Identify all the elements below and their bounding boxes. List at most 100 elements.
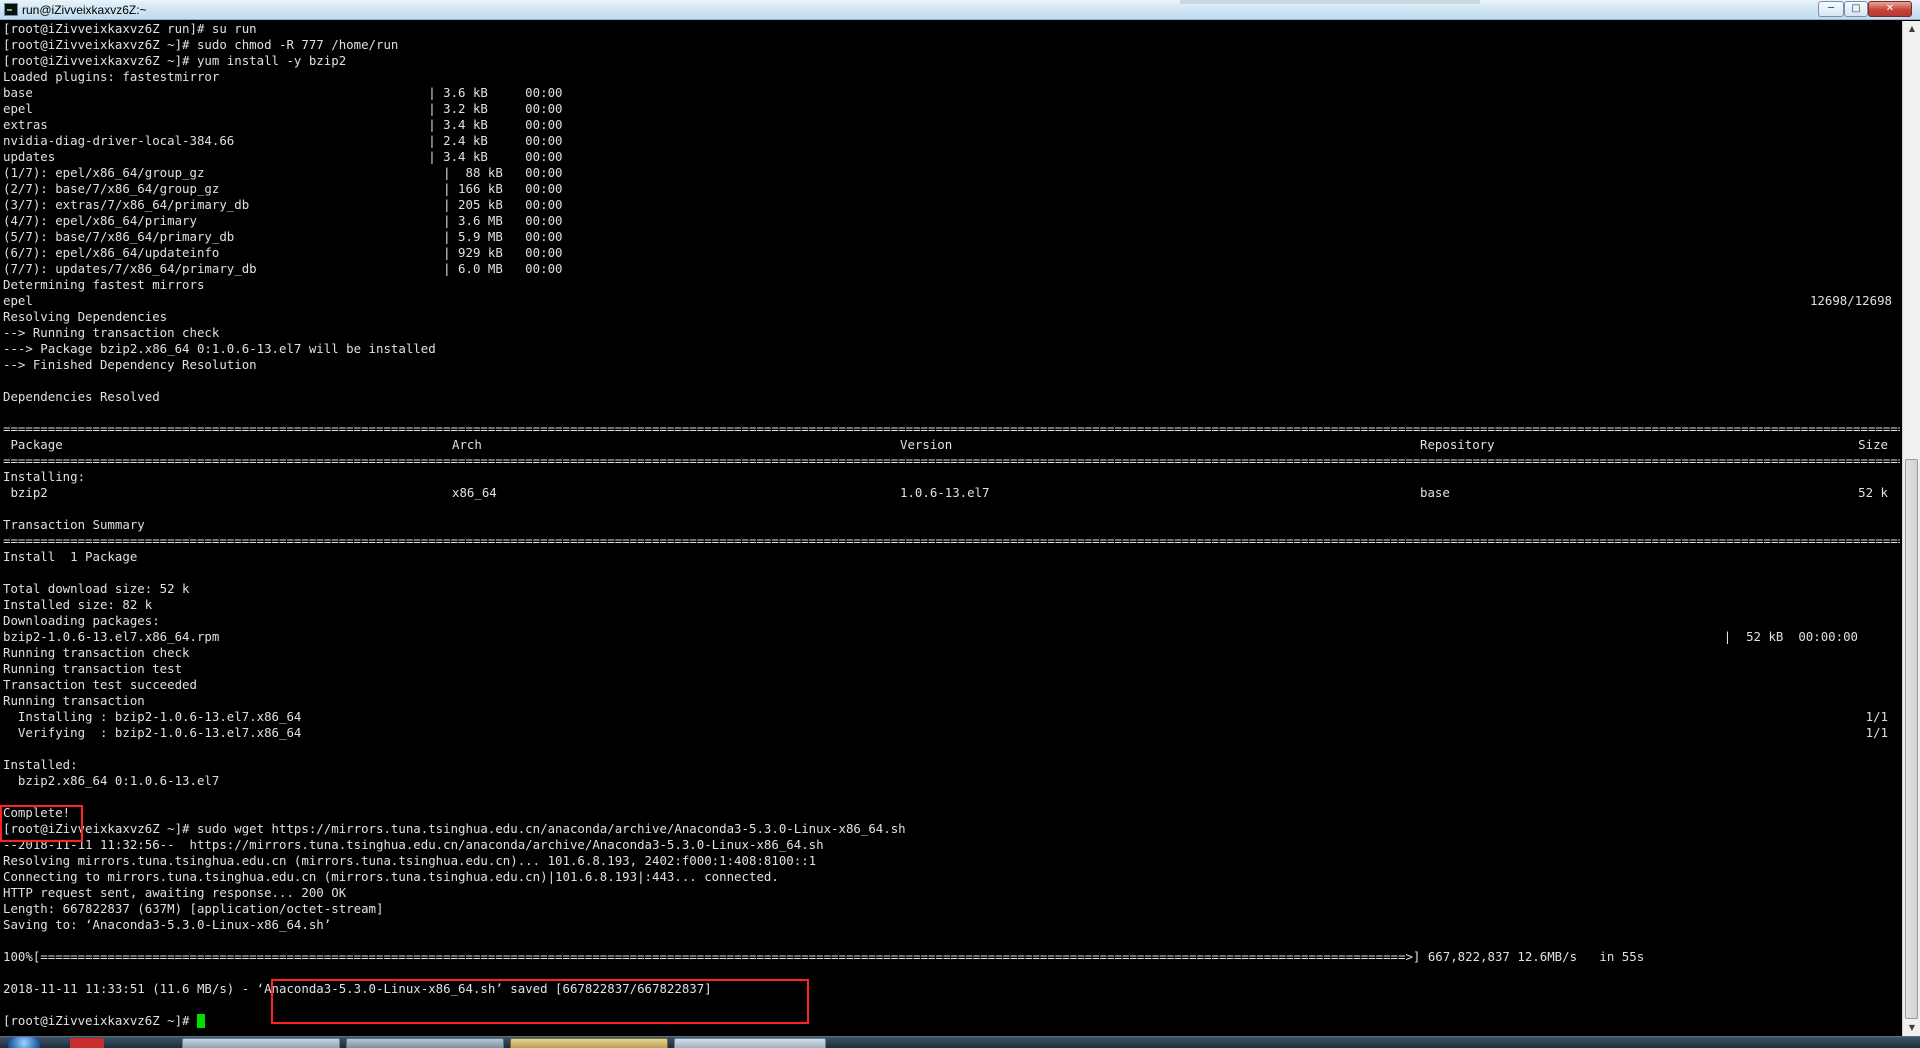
line-text: Connecting to mirrors.tuna.tsinghua.edu.… (3, 869, 779, 884)
taskbar-app-1[interactable] (182, 1038, 340, 1048)
line-text: (3/7): extras/7/x86_64/primary_db | 205 … (3, 197, 563, 212)
output-line: Downloading packages: (3, 613, 1900, 629)
line-text: Determining fastest mirrors (3, 277, 205, 292)
output-line: [root@iZivveixkaxvz6Z ~]# sudo wget http… (3, 821, 1900, 837)
line-text: Running transaction check (3, 645, 190, 660)
taskbar-app-red[interactable] (70, 1038, 104, 1048)
table-cell: Arch (452, 437, 482, 452)
output-line: (5/7): base/7/x86_64/primary_db | 5.9 MB… (3, 229, 1900, 245)
line-text: Total download size: 52 k (3, 581, 190, 596)
separator-rule: ========================================… (3, 533, 1900, 548)
line-text: (6/7): epel/x86_64/updateinfo | 929 kB 0… (3, 245, 563, 260)
output-line: Running transaction check (3, 645, 1900, 661)
window-titlebar[interactable]: run@iZivveixkaxvz6Z:~ ─ □ ✕ (0, 0, 1920, 20)
output-line: (6/7): epel/x86_64/updateinfo | 929 kB 0… (3, 245, 1900, 261)
table-row: Package Arch Version Repository Size (3, 437, 1900, 453)
output-line: 2018-11-11 11:33:51 (11.6 MB/s) - ‘Anaco… (3, 981, 1900, 997)
line-text: Complete! (3, 805, 71, 820)
output-line: Running transaction (3, 693, 1900, 709)
taskbar-app-3[interactable] (510, 1038, 668, 1048)
output-line: (4/7): epel/x86_64/primary | 3.6 MB 00:0… (3, 213, 1900, 229)
line-text: Verifying : bzip2-1.0.6-13.el7.x86_64 (3, 725, 302, 740)
line-text: (4/7): epel/x86_64/primary | 3.6 MB 00:0… (3, 213, 563, 228)
maximize-button[interactable]: □ (1844, 1, 1868, 17)
table-cell: x86_64 (452, 485, 497, 500)
output-line: updates | 3.4 kB 00:00 (3, 149, 1900, 165)
line-text: base | 3.6 kB 00:00 (3, 85, 563, 100)
line-text: Installing: (3, 469, 86, 484)
taskbar (0, 1036, 1920, 1048)
output-line: --> Running transaction check (3, 325, 1900, 341)
line-text: [root@iZivveixkaxvz6Z ~]# yum install -y… (3, 53, 347, 68)
output-line: bzip2-1.0.6-13.el7.x86_64.rpm | 52 kB 00:… (3, 629, 1900, 645)
terminal-cursor (196, 1014, 205, 1028)
window-title: run@iZivveixkaxvz6Z:~ (22, 3, 147, 17)
output-line: extras | 3.4 kB 00:00 (3, 117, 1900, 133)
output-line: bzip2.x86_64 0:1.0.6-13.el7 (3, 773, 1900, 789)
line-text: ---> Package bzip2.x86_64 0:1.0.6-13.el7… (3, 341, 436, 356)
line-text: (1/7): epel/x86_64/group_gz | 88 kB 00:0… (3, 165, 563, 180)
line-text: Running transaction (3, 693, 145, 708)
vertical-scrollbar[interactable]: ▲ ▼ (1902, 21, 1920, 1036)
taskbar-app-4[interactable] (674, 1038, 826, 1048)
output-line: (2/7): base/7/x86_64/group_gz | 166 kB 0… (3, 181, 1900, 197)
output-line: Resolving Dependencies (3, 309, 1900, 325)
output-line: Connecting to mirrors.tuna.tsinghua.edu.… (3, 869, 1900, 885)
output-line: --2018-11-11 11:32:56-- https://mirrors.… (3, 837, 1900, 853)
start-orb-icon[interactable] (8, 1037, 40, 1048)
line-text: Resolving mirrors.tuna.tsinghua.edu.cn (… (3, 853, 817, 868)
output-line: Installed size: 82 k (3, 597, 1900, 613)
output-line: ---> Package bzip2.x86_64 0:1.0.6-13.el7… (3, 341, 1900, 357)
output-line: Verifying : bzip2-1.0.6-13.el7.x86_64 1/1 (3, 725, 1900, 741)
line-text: updates | 3.4 kB 00:00 (3, 149, 563, 164)
taskbar-app-2[interactable] (346, 1038, 504, 1048)
output-line: Total download size: 52 k (3, 581, 1900, 597)
scroll-up-arrow-icon[interactable]: ▲ (1904, 21, 1920, 37)
line-text: 2018-11-11 11:33:51 (11.6 MB/s) - ‘Anaco… (3, 981, 712, 996)
line-text: epel | 3.2 kB 00:00 (3, 101, 563, 116)
scroll-thumb[interactable] (1905, 459, 1918, 1019)
output-line: Transaction test succeeded (3, 677, 1900, 693)
output-line: Determining fastest mirrors (3, 277, 1900, 293)
title-ghost-strip (1180, 0, 1480, 4)
table-cell: bzip2 (3, 485, 48, 500)
line-text: Dependencies Resolved (3, 389, 160, 404)
line-text: bzip2-1.0.6-13.el7.x86_64.rpm (3, 629, 220, 644)
output-line: [root@iZivveixkaxvz6Z ~]# yum install -y… (3, 53, 1900, 69)
terminal-area[interactable]: [root@iZivveixkaxvz6Z run]# su run [root@… (0, 21, 1900, 1036)
output-line: Installing : bzip2-1.0.6-13.el7.x86_64 1/… (3, 709, 1900, 725)
line-right-text: | 52 kB 00:00:00 (1723, 629, 1858, 644)
line-text: [root@iZivveixkaxvz6Z run]# su run (3, 21, 257, 36)
output-line: Installed: (3, 757, 1900, 773)
app-terminal-icon[interactable] (4, 3, 18, 16)
minimize-button[interactable]: ─ (1818, 1, 1844, 17)
line-right-text: 1/1 (1865, 709, 1888, 724)
line-text: Installed size: 82 k (3, 597, 153, 612)
line-text: Saving to: ‘Anaconda3-5.3.0-Linux-x86_64… (3, 917, 332, 932)
line-text: Installing : bzip2-1.0.6-13.el7.x86_64 (3, 709, 302, 724)
line-text: [root@iZivveixkaxvz6Z ~]# sudo wget http… (3, 821, 906, 836)
output-line: [root@iZivveixkaxvz6Z ~]# sudo chmod -R … (3, 37, 1900, 53)
output-line: epel 12698/12698 (3, 293, 1900, 309)
line-text: [root@iZivveixkaxvz6Z ~]# sudo chmod -R … (3, 37, 399, 52)
line-text: Loaded plugins: fastestmirror (3, 69, 220, 84)
line-text: Length: 667822837 (637M) [application/oc… (3, 901, 384, 916)
table-cell: 1.0.6-13.el7 (900, 485, 990, 500)
progress-prefix: 100%[ (3, 949, 41, 964)
output-line: Dependencies Resolved (3, 389, 1900, 405)
output-line: Install 1 Package (3, 549, 1900, 565)
progress-suffix: =>] 667,822,837 12.6MB/s in 55s (1398, 949, 1645, 964)
line-text: Installed: (3, 757, 78, 772)
scroll-down-arrow-icon[interactable]: ▼ (1904, 1020, 1920, 1036)
output-line: epel | 3.2 kB 00:00 (3, 101, 1900, 117)
progress-bar-line: 100%[===================================… (3, 949, 1900, 965)
line-text: bzip2.x86_64 0:1.0.6-13.el7 (3, 773, 220, 788)
line-text: epel (3, 293, 33, 308)
close-button[interactable]: ✕ (1868, 1, 1912, 17)
line-right-text: 1/1 (1865, 725, 1888, 740)
